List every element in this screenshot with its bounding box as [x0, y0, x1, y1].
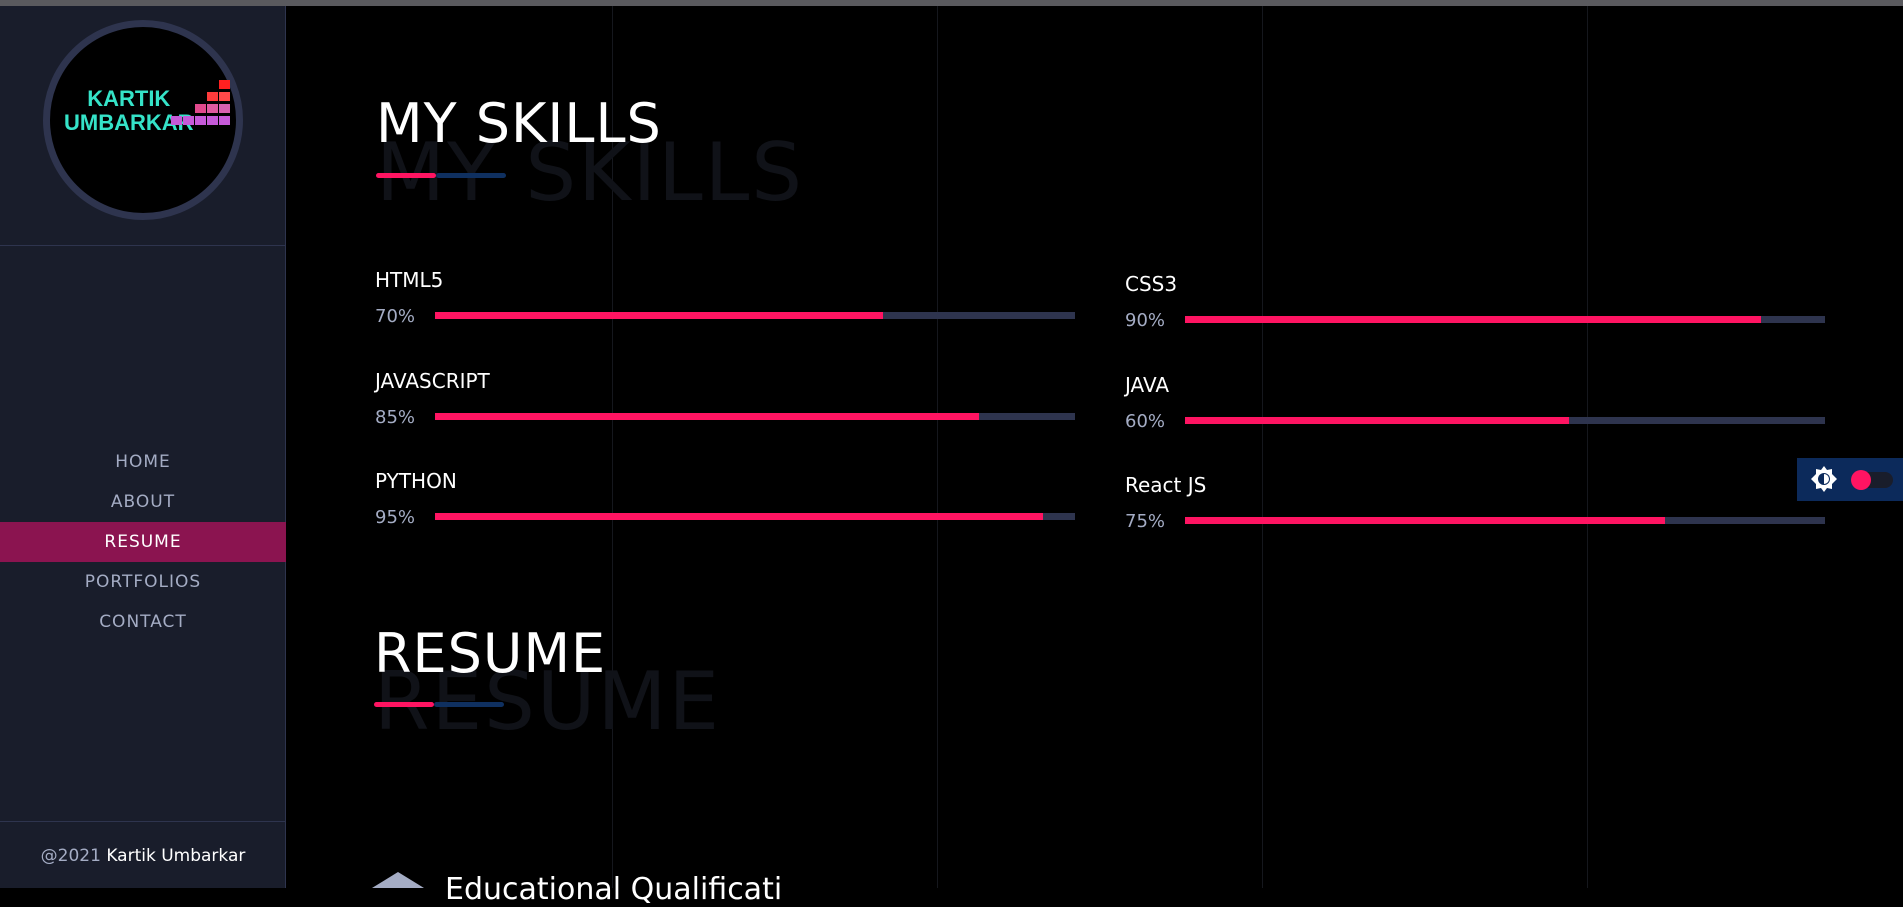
skill-item: HTML5 70% [375, 268, 1075, 338]
sidebar-divider [0, 245, 286, 246]
skill-progress-track [435, 312, 1075, 319]
skill-name: HTML5 [375, 268, 444, 292]
copyright-name-link[interactable]: Kartik Umbarkar [106, 846, 245, 866]
skill-item: PYTHON 95% [375, 469, 1075, 539]
theme-toggle[interactable] [1797, 458, 1903, 501]
skill-name: JAVA [1125, 373, 1170, 397]
resume-title-underline [374, 702, 504, 707]
education-heading: Educational Qualificati [445, 872, 783, 907]
skill-progress-fill [1185, 517, 1665, 524]
copyright-text: @2021 [40, 846, 107, 866]
skill-percent: 95% [375, 507, 416, 528]
skill-item: JAVA 60% [1125, 373, 1825, 443]
nav-item-resume[interactable]: RESUME [0, 522, 286, 562]
nav-item-about[interactable]: ABOUT [0, 482, 286, 522]
skill-name: React JS [1125, 473, 1207, 497]
skill-item: React JS 75% [1125, 473, 1825, 543]
resume-title: RESUME [374, 622, 607, 685]
skill-progress-track [1185, 316, 1825, 323]
skill-percent: 70% [375, 306, 416, 327]
main-nav: HOME ABOUT RESUME PORTFOLIOS CONTACT [0, 442, 286, 642]
grid-line [1262, 6, 1263, 888]
skill-progress-fill [1185, 417, 1569, 424]
skill-progress-track [1185, 517, 1825, 524]
skill-percent: 60% [1125, 411, 1166, 432]
sidebar-footer: @2021 Kartik Umbarkar [0, 846, 286, 866]
graduation-cap-icon [372, 872, 424, 888]
skill-percent: 85% [375, 407, 416, 428]
skill-progress-fill [1185, 316, 1761, 323]
grid-line [937, 6, 938, 888]
skill-progress-track [1185, 417, 1825, 424]
skill-name: PYTHON [375, 469, 457, 493]
nav-item-portfolios[interactable]: PORTFOLIOS [0, 562, 286, 602]
sidebar-divider [0, 821, 286, 822]
skill-name: JAVASCRIPT [375, 369, 490, 393]
skills-title: MY SKILLS [376, 92, 662, 155]
nav-item-contact[interactable]: CONTACT [0, 602, 286, 642]
skill-item: JAVASCRIPT 85% [375, 369, 1075, 439]
theme-switch-knob [1851, 470, 1871, 490]
skill-percent: 90% [1125, 310, 1166, 331]
skill-name: CSS3 [1125, 272, 1178, 296]
theme-switch[interactable] [1851, 470, 1893, 490]
skill-progress-fill [435, 413, 979, 420]
logo-bars-icon [171, 80, 230, 125]
sidebar: KARTIK UMBARKAR HOME ABOUT RESUME PORTFO… [0, 6, 286, 888]
skill-progress-fill [435, 312, 883, 319]
skill-progress-track [435, 513, 1075, 520]
skill-item: CSS3 90% [1125, 272, 1825, 342]
skill-progress-fill [435, 513, 1043, 520]
sun-icon [1811, 466, 1837, 492]
logo[interactable]: KARTIK UMBARKAR [43, 20, 243, 220]
nav-item-home[interactable]: HOME [0, 442, 286, 482]
skills-title-underline [376, 173, 506, 178]
skill-progress-track [435, 413, 1075, 420]
skill-percent: 75% [1125, 511, 1166, 532]
grid-line [1587, 6, 1588, 888]
